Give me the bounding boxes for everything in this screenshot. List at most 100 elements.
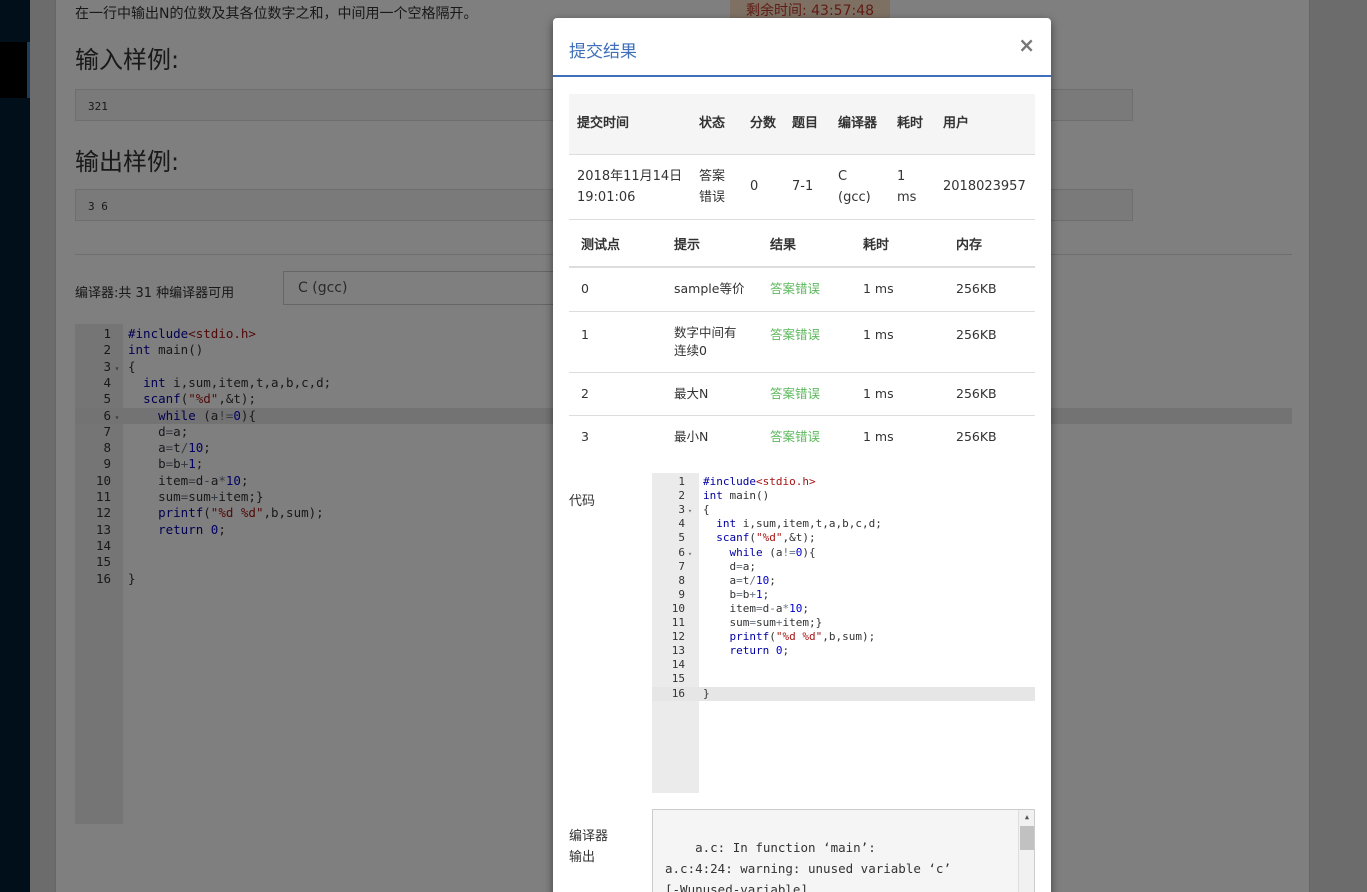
code-text: return 0;	[729, 644, 790, 658]
submission-time: 2018年11月14日 19:01:06	[569, 154, 691, 220]
summary-header-status: 状态	[691, 94, 742, 155]
submission-duration: 1 ms	[889, 154, 935, 220]
submission-status: 答案错误	[691, 154, 742, 220]
cases-header-result: 结果	[758, 220, 851, 268]
case-id: 1	[569, 311, 662, 373]
code-line: 8 a=t/10;	[652, 574, 1035, 588]
submitted-code-viewer[interactable]: 1 #include<stdio.h> 2 int main() 3 ▾{4 int i,…	[652, 473, 1035, 793]
case-result: 答案错误	[770, 428, 821, 444]
code-line: 3▾ {	[652, 503, 1035, 517]
case-result: 答案错误	[758, 372, 851, 416]
code-line: 5 scanf("%d",&t);	[652, 531, 1035, 545]
summary-header-row: 提交时间 状态 分数 题目 编译器 耗时 用户	[569, 94, 1035, 155]
submission-summary-table: 提交时间 状态 分数 题目 编译器 耗时 用户 2018年11月14日 19:0…	[569, 94, 1035, 220]
scroll-up-arrow-icon[interactable]: ▲	[1019, 810, 1034, 824]
cases-header-hint: 提示	[662, 220, 758, 268]
code-line: 12 printf("%d %d",b,sum);	[652, 630, 1035, 644]
modal-title: 提交结果	[569, 42, 637, 62]
code-line: 1 #include<stdio.h>	[652, 475, 1035, 489]
case-memory: 256KB	[944, 311, 1035, 373]
compiler-output-box[interactable]: a.c: In function ‘main’: a.c:4:24: warni…	[652, 809, 1035, 892]
line-number: 3	[678, 503, 685, 517]
close-icon[interactable]: ×	[1018, 34, 1035, 56]
scrollbar-thumb[interactable]	[1020, 826, 1034, 850]
case-id: 2	[569, 372, 662, 416]
line-number: 16	[671, 686, 685, 700]
case-hint: 最小N	[674, 428, 709, 444]
line-number: 5	[678, 531, 685, 545]
line-number: 13	[671, 644, 685, 658]
case-memory: 256KB	[944, 372, 1035, 416]
code-line: 9 b=b+1;	[652, 588, 1035, 602]
submission-result-modal: 提交结果 × 提交时间 状态 分数 题目 编译器 耗时 用户 2018年11月1…	[553, 18, 1051, 892]
compiler-output-label: 编译器输出	[569, 829, 609, 865]
modal-header: 提交结果 ×	[553, 18, 1051, 77]
code-text: item=d-a*10;	[703, 601, 809, 615]
case-result: 答案错误	[758, 311, 851, 373]
code-text: int i,sum,item,t,a,b,c,d;	[716, 517, 882, 531]
line-number: 6	[678, 545, 685, 559]
submission-problem: 7-1	[784, 154, 830, 220]
submission-score: 0	[742, 154, 784, 220]
case-id: 0	[569, 267, 662, 312]
fold-toggle-icon[interactable]: ▾	[685, 504, 695, 518]
case-time: 1 ms	[863, 428, 894, 444]
summary-header-user: 用户	[935, 94, 1035, 155]
code-text: int main()	[703, 489, 770, 503]
line-number: 2	[678, 489, 685, 503]
line-number: 9	[678, 587, 685, 601]
code-text: #include<stdio.h>	[703, 475, 816, 488]
line-number: 8	[678, 573, 685, 587]
code-text: b=b+1;	[703, 587, 770, 601]
code-text: a=t/10;	[703, 573, 776, 587]
code-line: 13 return 0;	[652, 644, 1035, 658]
code-line: 2 int main()	[652, 489, 1035, 503]
summary-header-compiler: 编译器	[830, 94, 889, 155]
line-number: 4	[678, 517, 685, 531]
code-text: sum=sum+item;}	[703, 616, 823, 629]
line-number: 15	[671, 672, 685, 686]
table-row: 1 数字中间有连续0 答案错误 1 ms 256KB	[569, 311, 1035, 373]
cases-header-id: 测试点	[569, 220, 662, 268]
code-line: 15	[652, 672, 1035, 686]
cases-header-memory: 内存	[944, 220, 1035, 268]
case-memory: 256KB	[956, 428, 997, 444]
test-cases-table: 测试点 提示 结果 耗时 内存 0 sample等价 答案错误 1 ms 256…	[569, 220, 1035, 458]
code-text: scanf("%d",&t);	[716, 531, 816, 545]
summary-header-duration: 耗时	[889, 94, 935, 155]
line-number: 14	[671, 658, 685, 672]
code-line: 4 int i,sum,item,t,a,b,c,d;	[652, 517, 1035, 531]
summary-header-time: 提交时间	[569, 94, 691, 155]
line-number: 10	[671, 601, 685, 615]
compiler-output-text: a.c: In function ‘main’: a.c:4:24: warni…	[665, 840, 951, 892]
table-row: 0 sample等价 答案错误 1 ms 256KB	[569, 267, 1035, 312]
summary-row: 2018年11月14日 19:01:06 答案错误 0 7-1 C (gcc) …	[569, 154, 1035, 220]
case-result: 答案错误	[758, 267, 851, 312]
summary-header-problem: 题目	[784, 94, 830, 155]
summary-header-score: 分数	[742, 94, 784, 155]
code-text: while (a!=0){	[729, 545, 816, 559]
submission-compiler: C (gcc)	[830, 154, 889, 220]
case-hint: 数字中间有连续0	[662, 311, 758, 373]
case-memory: 256KB	[944, 267, 1035, 312]
code-text: printf("%d %d",b,sum);	[729, 630, 876, 644]
case-hint: sample等价	[662, 267, 758, 312]
line-number: 11	[671, 616, 685, 629]
code-label: 代码	[569, 494, 596, 509]
case-time: 1 ms	[851, 372, 944, 416]
code-line: 7 d=a;	[652, 560, 1035, 574]
table-row: 3 最小N 答案错误 1 ms 256KB	[569, 415, 1035, 458]
case-hint: 最大N	[662, 372, 758, 416]
code-text: {	[703, 503, 710, 517]
code-line: 14	[652, 658, 1035, 672]
code-text: d=a;	[703, 559, 756, 573]
code-text: }	[703, 686, 710, 700]
code-line: 11 sum=sum+item;}	[652, 616, 1035, 630]
line-number: 7	[678, 559, 685, 573]
line-number: 1	[678, 475, 685, 488]
case-time: 1 ms	[851, 267, 944, 312]
submission-user: 2018023957	[935, 154, 1035, 220]
line-number: 12	[671, 630, 685, 644]
fold-toggle-icon[interactable]: ▾	[685, 547, 695, 561]
compiler-output-scrollbar[interactable]: ▲	[1018, 810, 1034, 892]
